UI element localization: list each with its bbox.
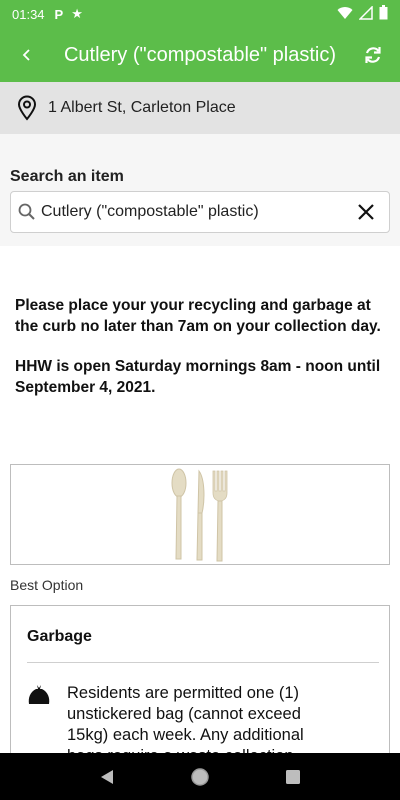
collection-notice: Please place your your recycling and gar… xyxy=(15,296,385,418)
parking-icon: P xyxy=(54,6,64,22)
search-label: Search an item xyxy=(10,168,124,185)
disposal-option-card: Garbage Residents are permitted one (1) … xyxy=(10,605,390,775)
item-image-frame xyxy=(10,464,390,565)
status-time: 01:34 xyxy=(12,6,45,22)
battery-icon xyxy=(379,5,388,23)
back-button[interactable] xyxy=(0,28,54,82)
address-text: 1 Albert St, Carleton Place xyxy=(48,99,236,116)
nav-home-button[interactable] xyxy=(170,753,230,800)
status-bar: 01:34 P ★ xyxy=(0,0,400,28)
search-section: Search an item xyxy=(0,134,400,246)
search-input[interactable] xyxy=(41,203,349,221)
refresh-button[interactable] xyxy=(346,28,400,82)
nav-back-icon xyxy=(100,769,113,784)
nav-home-icon xyxy=(191,767,209,786)
notice-paragraph: HHW is open Saturday mornings 8am - noon… xyxy=(15,358,381,396)
cutlery-image xyxy=(171,468,228,561)
system-nav-bar xyxy=(0,753,400,800)
back-chevron-icon xyxy=(22,49,30,61)
wifi-icon xyxy=(337,6,353,23)
disposal-option-title: Garbage xyxy=(27,628,92,645)
location-pin-icon xyxy=(16,95,38,121)
search-box xyxy=(10,191,390,233)
star-icon: ★ xyxy=(71,6,83,21)
app-bar: Cutlery ("compostable" plastic) xyxy=(0,28,400,82)
page-title: Cutlery ("compostable" plastic) xyxy=(63,43,337,66)
notice-paragraph: Please place your your recycling and gar… xyxy=(15,297,381,335)
search-icon xyxy=(17,202,37,222)
signal-icon xyxy=(358,4,373,23)
best-option-label: Best Option xyxy=(10,577,84,593)
clear-icon xyxy=(358,204,374,220)
nav-back-button[interactable] xyxy=(77,753,137,800)
address-bar[interactable]: 1 Albert St, Carleton Place xyxy=(0,82,400,134)
clear-search-button[interactable] xyxy=(349,195,383,229)
refresh-icon xyxy=(365,47,381,63)
card-divider xyxy=(27,662,379,663)
nav-recents-icon xyxy=(286,769,301,784)
nav-recents-button[interactable] xyxy=(263,753,323,800)
